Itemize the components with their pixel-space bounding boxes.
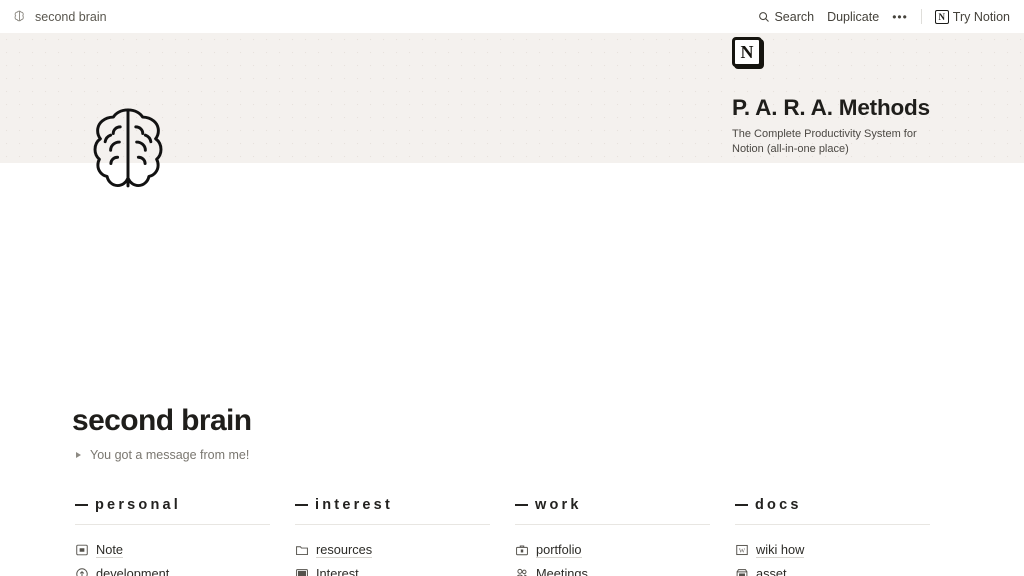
chevron-right-icon	[76, 452, 81, 458]
link-item-resources[interactable]: resources	[295, 538, 515, 562]
page-title: second brain	[72, 404, 252, 437]
circle-arrow-up-icon	[76, 568, 88, 576]
column-heading-work: work	[515, 497, 735, 513]
brain-icon	[93, 108, 163, 188]
page-brain-illustration	[84, 103, 172, 195]
link-label: wiki how	[756, 542, 805, 558]
link-item-asset[interactable]: asset	[735, 562, 955, 576]
link-item-interest[interactable]: Interest	[295, 562, 515, 576]
top-navigation-bar: second brain Search Duplicate ••• N Try …	[0, 0, 1024, 33]
column-heading-docs: docs	[735, 497, 955, 513]
briefcase-icon	[516, 545, 528, 556]
column-divider	[735, 524, 930, 525]
link-item-wiki-how[interactable]: W wiki how	[735, 538, 955, 562]
link-columns: personal Note development interest resou…	[75, 497, 955, 576]
monitor-icon	[296, 569, 308, 576]
link-label: Note	[96, 542, 124, 558]
try-notion-button[interactable]: N Try Notion	[934, 9, 1010, 24]
column-divider	[75, 524, 270, 525]
link-label: resources	[316, 542, 373, 558]
dash-decoration	[295, 504, 308, 506]
link-item-development[interactable]: development	[75, 562, 295, 576]
banner-subtitle: The Complete Productivity System for Not…	[732, 128, 917, 155]
banner-title: P. A. R. A. Methods	[732, 95, 930, 120]
search-label: Search	[774, 9, 815, 24]
column-heading-personal: personal	[75, 497, 295, 513]
column-work: work portfolio Meetings	[515, 497, 735, 576]
folder-icon	[296, 546, 308, 556]
message-toggle-label: You got a message from me!	[90, 448, 250, 462]
message-toggle[interactable]: You got a message from me!	[76, 448, 249, 462]
link-label: Interest	[316, 566, 359, 576]
column-heading-label: docs	[755, 497, 802, 513]
column-heading-label: personal	[95, 497, 182, 513]
column-heading-interest: interest	[295, 497, 515, 513]
link-label: portfolio	[536, 542, 582, 558]
dash-decoration	[735, 504, 748, 506]
column-interest: interest resources Interest	[295, 497, 515, 576]
link-item-meetings[interactable]: Meetings	[515, 562, 735, 576]
dash-decoration	[515, 504, 528, 506]
column-divider	[515, 524, 710, 525]
try-notion-label: Try Notion	[952, 9, 1010, 24]
link-label: Meetings	[536, 566, 588, 576]
search-button[interactable]: Search	[758, 10, 814, 24]
dash-decoration	[75, 504, 88, 506]
duplicate-button[interactable]: Duplicate	[827, 10, 879, 24]
column-heading-label: interest	[315, 497, 393, 513]
asset-box-icon	[736, 569, 748, 576]
link-label: asset	[756, 566, 787, 576]
brain-icon	[14, 10, 24, 22]
link-item-portfolio[interactable]: portfolio	[515, 538, 735, 562]
w-box-icon: W	[736, 544, 748, 556]
people-icon	[516, 568, 527, 576]
search-icon	[759, 11, 770, 22]
link-label: development	[96, 566, 169, 576]
duplicate-label: Duplicate	[827, 9, 880, 24]
breadcrumb[interactable]: second brain	[12, 9, 107, 24]
column-docs: docs W wiki how asset	[735, 497, 955, 576]
nav-divider	[920, 9, 922, 24]
column-personal: personal Note development	[75, 497, 295, 576]
column-heading-label: work	[535, 497, 582, 513]
more-options-button[interactable]: •••	[892, 11, 908, 23]
notion-cube-icon: N	[732, 37, 762, 67]
svg-text:W: W	[739, 548, 746, 555]
note-icon	[76, 544, 88, 556]
notion-logo-icon: N	[934, 9, 949, 24]
breadcrumb-title: second brain	[35, 9, 107, 24]
banner-promo: N P. A. R. A. Methods The Complete Produ…	[732, 37, 1012, 157]
link-item-note[interactable]: Note	[75, 538, 295, 562]
column-divider	[295, 524, 490, 525]
